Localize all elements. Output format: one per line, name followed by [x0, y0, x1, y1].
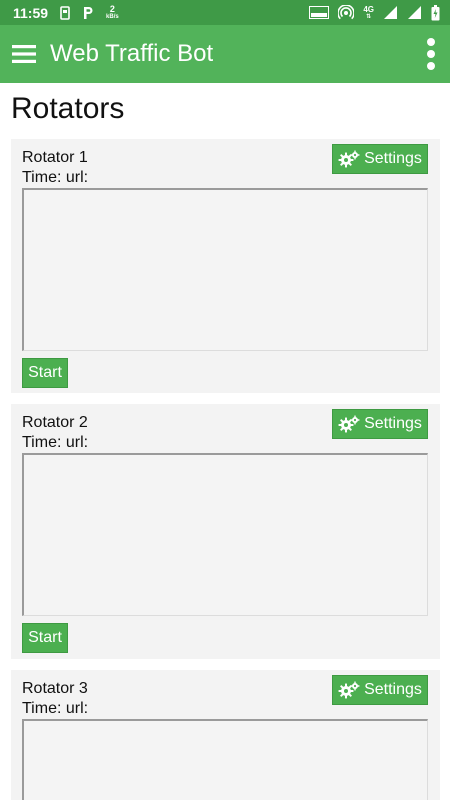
- rotator-name: Rotator 1: [22, 149, 88, 166]
- rotator-name: Rotator 2: [22, 414, 88, 431]
- signal-icon: [383, 5, 398, 20]
- volte-icon: [309, 6, 330, 19]
- app-title: Web Traffic Bot: [50, 40, 214, 67]
- rotator-log-textarea[interactable]: [22, 719, 428, 800]
- parking-icon: [82, 6, 94, 20]
- signal-2-icon: [407, 5, 422, 20]
- start-button[interactable]: Start: [22, 623, 68, 653]
- rotator-card-1: Rotator 1 Time: url: Settings Start: [11, 139, 440, 393]
- settings-button[interactable]: Settings: [332, 144, 428, 174]
- settings-label: Settings: [364, 681, 422, 698]
- menu-icon[interactable]: [12, 44, 36, 64]
- settings-button[interactable]: Settings: [332, 675, 428, 705]
- gears-icon: [338, 681, 360, 699]
- settings-label: Settings: [364, 415, 422, 432]
- status-bar: 11:59 2 kB/s 4G ⇅: [0, 0, 450, 25]
- status-time: 11:59: [13, 4, 49, 21]
- settings-button[interactable]: Settings: [332, 409, 428, 439]
- data-rate-indicator: 2 kB/s: [106, 4, 119, 21]
- rotator-card-3: Rotator 3 Time: url: Settings: [11, 670, 440, 800]
- gears-icon: [338, 415, 360, 433]
- battery-charging-icon: [431, 4, 440, 21]
- rotator-time-url: Time: url:: [22, 434, 89, 451]
- gears-icon: [338, 150, 360, 168]
- rotator-log-textarea[interactable]: [22, 453, 428, 616]
- app-bar: Web Traffic Bot: [0, 25, 450, 83]
- hotspot-icon: [338, 4, 355, 21]
- rotator-name: Rotator 3: [22, 680, 88, 697]
- start-button[interactable]: Start: [22, 358, 68, 388]
- rotator-time-url: Time: url:: [22, 169, 89, 186]
- rotator-card-2: Rotator 2 Time: url: Settings Start: [11, 404, 440, 659]
- rotator-log-textarea[interactable]: [22, 188, 428, 351]
- rotator-time-url: Time: url:: [22, 700, 89, 717]
- network-type-4g: 4G ⇅: [363, 4, 374, 20]
- phone-notification-icon: [60, 5, 70, 20]
- settings-label: Settings: [364, 150, 422, 167]
- page-title: Rotators: [11, 92, 125, 125]
- more-options-icon[interactable]: [424, 34, 438, 74]
